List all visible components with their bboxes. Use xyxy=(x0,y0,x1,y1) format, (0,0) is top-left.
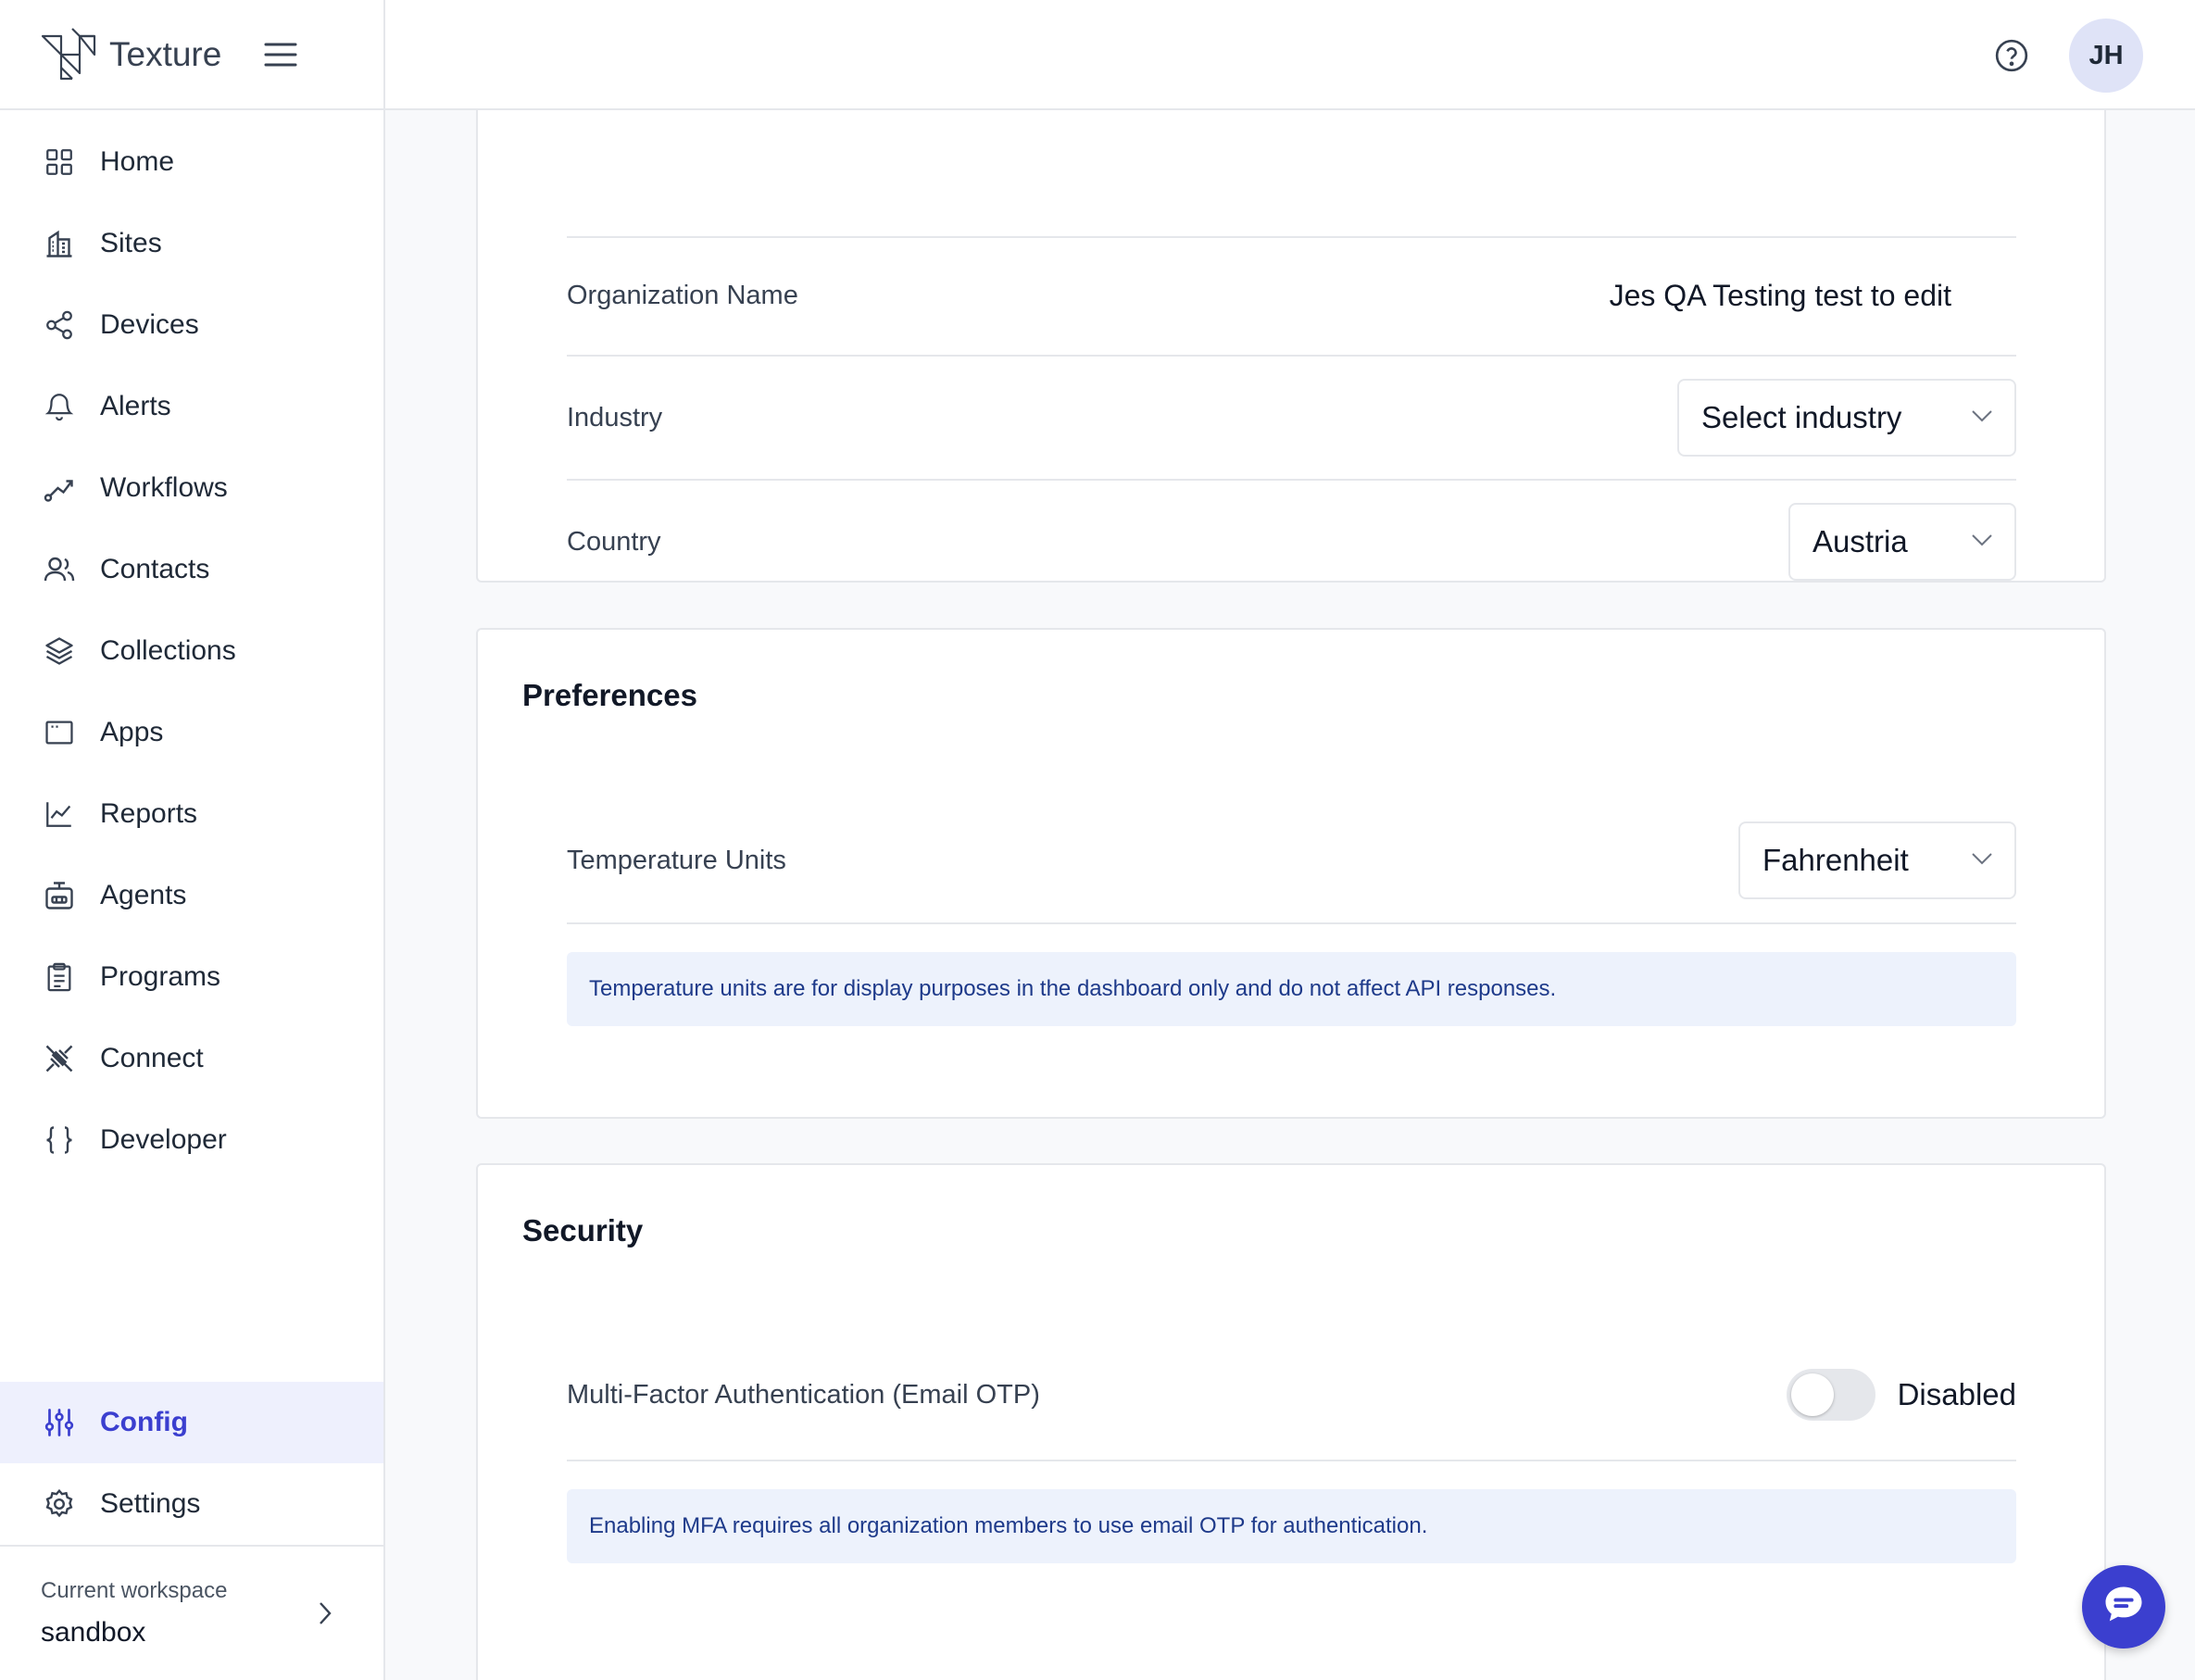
nav-label: Devices xyxy=(100,309,199,340)
preferences-card: Preferences Temperature Units Fahrenheit… xyxy=(476,628,2106,1119)
chevron-down-icon xyxy=(1970,408,1994,428)
window-icon xyxy=(41,714,78,751)
nav-item-collections[interactable]: Collections xyxy=(0,610,383,692)
braces-icon xyxy=(41,1122,78,1159)
org-name-row: Organization Name Jes QA Testing test to… xyxy=(567,236,2016,355)
temperature-info-banner: Temperature units are for display purpos… xyxy=(567,952,2016,1026)
country-select-value: Austria xyxy=(1812,524,1908,558)
layers-icon xyxy=(41,633,78,670)
building-icon xyxy=(41,225,78,262)
org-name-value[interactable]: Jes QA Testing test to edit xyxy=(1610,279,1951,313)
nav-item-connect[interactable]: Connect xyxy=(0,1018,383,1099)
chevron-right-icon xyxy=(317,1600,333,1631)
texture-logo-icon[interactable] xyxy=(39,27,98,82)
toggle-knob xyxy=(1790,1373,1834,1416)
sidebar-bottom: Config Settings Current workspace sandbo… xyxy=(0,1382,383,1680)
country-label: Country xyxy=(567,526,661,557)
nav-label: Reports xyxy=(100,798,198,829)
app: Texture Home Sites Devices Alerts Workfl… xyxy=(0,0,2195,1680)
nav-label: Apps xyxy=(100,717,164,747)
share-nodes-icon xyxy=(41,307,78,344)
clipboard-icon xyxy=(41,959,78,996)
plug-icon xyxy=(41,1040,78,1077)
security-title: Security xyxy=(522,1213,644,1247)
nav-label: Home xyxy=(100,146,175,177)
security-card: Security Multi-Factor Authentication (Em… xyxy=(476,1163,2106,1680)
mfa-toggle[interactable] xyxy=(1786,1369,1875,1421)
mfa-row: Multi-Factor Authentication (Email OTP) … xyxy=(567,1356,2016,1434)
nav-item-home[interactable]: Home xyxy=(0,121,383,203)
workspace-name: sandbox xyxy=(41,1617,146,1648)
nav-item-agents[interactable]: Agents xyxy=(0,855,383,936)
robot-icon xyxy=(41,877,78,914)
industry-label: Industry xyxy=(567,402,663,433)
org-name-label: Organization Name xyxy=(567,280,798,310)
nav-item-contacts[interactable]: Contacts xyxy=(0,529,383,610)
nav-item-settings[interactable]: Settings xyxy=(0,1463,383,1545)
nav-item-config[interactable]: Config xyxy=(0,1382,383,1463)
workspace-caption: Current workspace xyxy=(41,1578,228,1603)
industry-select-value: Select industry xyxy=(1701,400,1902,434)
temperature-row: Temperature Units Fahrenheit xyxy=(567,821,2016,899)
preferences-title: Preferences xyxy=(522,678,697,712)
brand-name: Texture xyxy=(109,34,222,73)
nav-label: Config xyxy=(100,1407,188,1437)
chevron-down-icon xyxy=(1970,851,1994,871)
nav-item-alerts[interactable]: Alerts xyxy=(0,366,383,447)
chevron-down-icon xyxy=(1970,533,1994,552)
nav-item-programs[interactable]: Programs xyxy=(0,936,383,1018)
nav-label: Connect xyxy=(100,1043,204,1073)
mfa-control: Disabled xyxy=(1786,1369,2016,1421)
sidebar: Texture Home Sites Devices Alerts Workfl… xyxy=(0,0,385,1680)
bell-icon xyxy=(41,388,78,425)
chat-bubble-icon xyxy=(2100,1581,2148,1634)
country-select[interactable]: Austria xyxy=(1788,503,2016,581)
nav-label: Contacts xyxy=(100,554,210,584)
nav-item-developer[interactable]: Developer xyxy=(0,1099,383,1181)
main-content: Organization Name Jes QA Testing test to… xyxy=(385,110,2195,1680)
nav-label: Collections xyxy=(100,635,236,666)
workspace-switcher[interactable]: Current workspace sandbox xyxy=(0,1545,383,1680)
industry-row: Industry Select industry xyxy=(567,357,2016,479)
organization-card: Organization Name Jes QA Testing test to… xyxy=(476,110,2106,583)
nav-label: Alerts xyxy=(100,391,171,421)
gear-icon xyxy=(41,1486,78,1523)
nav-item-devices[interactable]: Devices xyxy=(0,284,383,366)
top-header: JH xyxy=(385,0,2195,110)
nav-item-reports[interactable]: Reports xyxy=(0,773,383,855)
brand-bar: Texture xyxy=(0,0,383,110)
nav-label: Agents xyxy=(100,880,187,910)
help-icon[interactable] xyxy=(1991,35,2032,76)
nav-label: Sites xyxy=(100,228,162,258)
industry-select[interactable]: Select industry xyxy=(1677,379,2016,457)
sliders-icon xyxy=(41,1404,78,1441)
hamburger-menu-icon[interactable] xyxy=(262,36,299,73)
nav-item-sites[interactable]: Sites xyxy=(0,203,383,284)
temperature-select[interactable]: Fahrenheit xyxy=(1738,821,2016,899)
country-row: Country Austria xyxy=(567,481,2016,603)
nav-item-workflows[interactable]: Workflows xyxy=(0,447,383,529)
nav-label: Workflows xyxy=(100,472,228,503)
mfa-status: Disabled xyxy=(1897,1377,2016,1411)
nav-item-apps[interactable]: Apps xyxy=(0,692,383,773)
mfa-info-banner: Enabling MFA requires all organization m… xyxy=(567,1489,2016,1563)
main-nav: Home Sites Devices Alerts Workflows Cont… xyxy=(0,110,383,1181)
nav-label: Settings xyxy=(100,1488,201,1519)
workflow-icon xyxy=(41,470,78,507)
chat-widget-button[interactable] xyxy=(2082,1565,2165,1649)
line-chart-icon xyxy=(41,796,78,833)
avatar[interactable]: JH xyxy=(2069,19,2143,93)
nav-label: Programs xyxy=(100,961,221,992)
grid-icon xyxy=(41,144,78,181)
temperature-label: Temperature Units xyxy=(567,845,786,875)
nav-label: Developer xyxy=(100,1124,227,1155)
users-icon xyxy=(41,551,78,588)
temperature-select-value: Fahrenheit xyxy=(1762,843,1909,877)
mfa-label: Multi-Factor Authentication (Email OTP) xyxy=(567,1379,1040,1410)
